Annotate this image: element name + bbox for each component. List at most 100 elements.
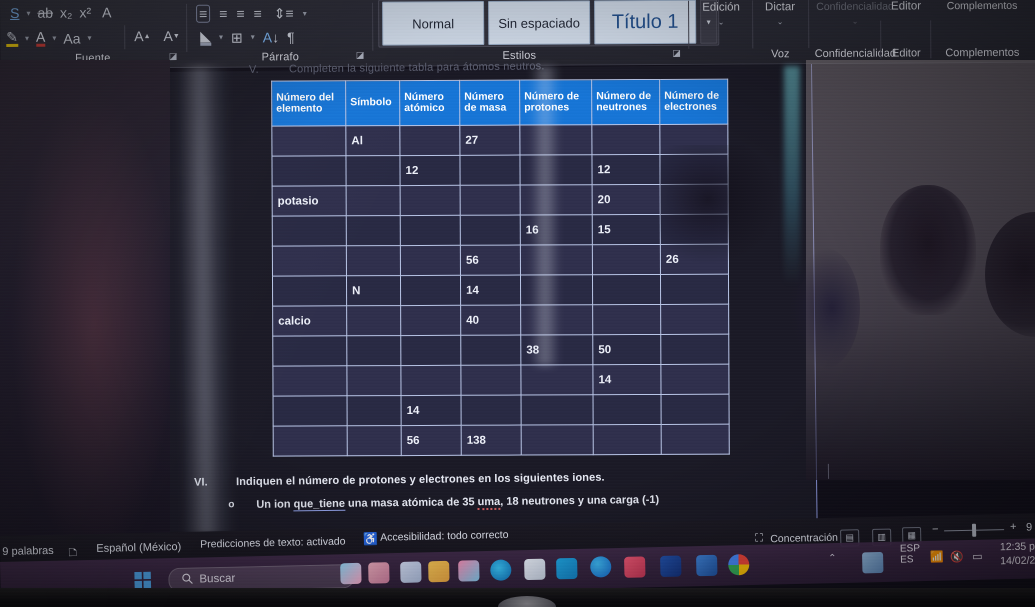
align-center-icon[interactable]: ≡ (219, 6, 227, 22)
input-language-indicator[interactable]: ESP ES (900, 543, 921, 565)
table-cell[interactable] (520, 274, 593, 306)
whatsapp-icon[interactable] (556, 557, 578, 580)
table-cell[interactable] (592, 274, 661, 305)
clock-date[interactable]: 14/02/202 (1000, 554, 1035, 567)
microsoft-store-icon[interactable] (524, 558, 546, 581)
estilos-dialog-launcher-icon[interactable]: ◪ (672, 48, 681, 59)
table-cell[interactable]: 14 (592, 364, 662, 395)
table-row[interactable]: 16 15 (272, 214, 729, 247)
table-row[interactable]: calcio 40 (272, 304, 729, 337)
superscript-icon[interactable]: x² (79, 4, 91, 20)
underline-icon[interactable]: S (10, 5, 19, 21)
table-cell[interactable] (346, 185, 401, 216)
table-cell[interactable] (520, 364, 594, 396)
text-effects-icon[interactable]: A (102, 4, 111, 20)
zoom-out-button[interactable]: − (932, 524, 939, 536)
table-cell[interactable] (346, 365, 402, 396)
messenger-icon[interactable] (590, 556, 612, 578)
table-cell[interactable]: 16 (520, 214, 593, 246)
borders-icon[interactable]: ⊞ (231, 29, 243, 45)
task-view-icon[interactable] (368, 562, 390, 584)
onedrive-icon[interactable] (862, 551, 884, 574)
table-cell[interactable] (346, 305, 401, 336)
table-cell[interactable] (660, 334, 729, 365)
table-row[interactable]: Al 27 (271, 124, 728, 157)
table-cell[interactable]: 26 (660, 244, 729, 275)
table-cell[interactable]: 38 (520, 334, 593, 366)
windows-start-icon[interactable] (132, 570, 153, 591)
table-cell[interactable]: 40 (460, 305, 521, 336)
justify-icon[interactable]: ≡ (254, 5, 262, 21)
table-row[interactable]: 56 138 (273, 424, 730, 457)
style-normal[interactable]: Normal (382, 1, 485, 46)
table-cell[interactable] (661, 394, 730, 425)
word-count[interactable]: 9 palabras (2, 545, 54, 558)
document-page[interactable]: V. Completen la siguiente tabla para áto… (162, 60, 830, 532)
table-cell[interactable] (460, 335, 521, 366)
table-cell[interactable] (593, 394, 662, 425)
table-row[interactable]: N 14 (272, 274, 729, 307)
table-cell[interactable] (345, 155, 401, 186)
table-cell[interactable] (272, 245, 347, 277)
font-color-icon[interactable]: A (36, 29, 46, 47)
table-cell[interactable] (400, 215, 461, 246)
network-icon[interactable]: 📶 (930, 551, 944, 564)
table-cell[interactable] (592, 244, 661, 275)
table-cell[interactable] (660, 214, 729, 245)
table-cell[interactable]: 27 (459, 125, 520, 156)
table-cell[interactable] (519, 154, 593, 186)
table-cell[interactable]: 138 (461, 425, 522, 456)
grow-font-icon[interactable]: A ▲ (134, 28, 150, 44)
table-cell[interactable] (593, 424, 662, 455)
font-color-dropdown-icon[interactable]: ▾ (52, 34, 56, 43)
table-row[interactable]: 56 26 (272, 244, 729, 277)
table-cell[interactable] (273, 425, 348, 457)
microsoft-365-icon[interactable] (428, 560, 450, 583)
align-right-icon[interactable]: ≡ (236, 6, 244, 22)
fuente-dialog-launcher-icon[interactable]: ◪ (169, 51, 178, 62)
microsoft-365-alt-icon[interactable] (458, 560, 480, 582)
table-row[interactable]: 12 12 (271, 154, 729, 187)
table-cell[interactable] (660, 274, 729, 305)
atoms-table[interactable]: Número del elemento Símbolo Número atómi… (271, 79, 730, 457)
table-cell[interactable] (400, 335, 461, 366)
change-case-icon[interactable]: Aa (63, 30, 80, 46)
table-cell[interactable] (591, 124, 660, 155)
table-cell[interactable] (399, 125, 460, 156)
table-cell[interactable] (521, 394, 594, 426)
ribbon-group-complementos[interactable]: Complementos Complementos (932, 0, 1032, 62)
show-formatting-marks-icon[interactable]: ¶ (287, 29, 295, 45)
shrink-font-icon[interactable]: A ▼ (163, 28, 179, 44)
table-cell[interactable] (520, 184, 593, 216)
table-cell[interactable]: 12 (591, 154, 661, 185)
subscript-icon[interactable]: x₂ (60, 5, 73, 21)
table-cell[interactable]: 50 (592, 334, 661, 365)
underline-dropdown-icon[interactable]: ▾ (26, 8, 30, 17)
text-predictions-status[interactable]: Predicciones de texto: activado (200, 535, 346, 550)
table-cell[interactable] (519, 124, 592, 156)
language-indicator[interactable]: Español (México) (96, 541, 181, 555)
table-cell[interactable] (592, 304, 661, 335)
align-left-icon[interactable]: ≡ (196, 4, 211, 23)
table-cell[interactable] (346, 335, 401, 366)
table-cell[interactable] (659, 124, 728, 155)
table-cell[interactable] (272, 335, 347, 367)
table-cell[interactable] (400, 305, 461, 336)
clock-time[interactable]: 12:35 p. m. (1000, 540, 1035, 553)
disney-plus-icon[interactable] (660, 555, 682, 578)
change-case-dropdown-icon[interactable]: ▾ (87, 33, 91, 42)
table-cell[interactable] (347, 395, 402, 426)
chevron-up-icon[interactable]: ⌃ (828, 553, 837, 564)
table-cell[interactable] (272, 215, 347, 247)
table-cell[interactable]: Al (345, 125, 400, 156)
microsoft-edge-icon[interactable] (490, 559, 512, 581)
text-highlight-color-icon[interactable]: ✎ (6, 29, 19, 47)
table-cell[interactable] (272, 365, 348, 397)
copilot-icon[interactable] (340, 562, 362, 585)
table-cell[interactable] (400, 275, 461, 306)
battery-icon[interactable]: ▭ (972, 550, 983, 563)
table-cell[interactable] (346, 245, 401, 276)
style-titulo-1[interactable]: Título 1 (594, 0, 697, 45)
highlight-dropdown-icon[interactable]: ▾ (25, 34, 29, 43)
strikethrough-icon[interactable]: ab (37, 5, 53, 21)
